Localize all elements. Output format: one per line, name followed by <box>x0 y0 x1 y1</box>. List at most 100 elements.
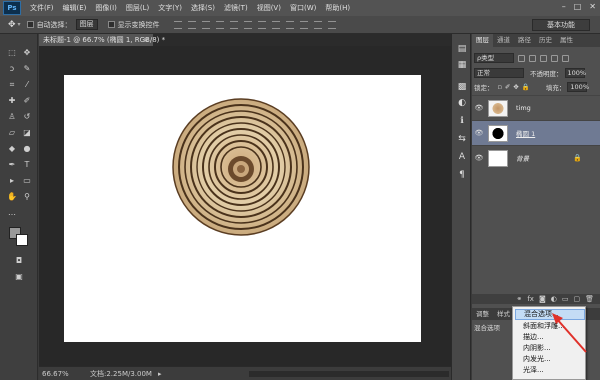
pen-tool-icon[interactable]: ✒ <box>6 160 18 170</box>
layer-row-timg[interactable]: 👁 timg <box>472 95 600 120</box>
paint-bucket-icon[interactable]: ◪ <box>21 128 33 138</box>
show-transform-checkbox[interactable] <box>107 21 115 28</box>
menu-edit[interactable]: 编辑(E) <box>63 3 87 13</box>
eyedropper-tool-icon[interactable]: ⁄ <box>21 80 33 90</box>
align-bottom-icon[interactable] <box>201 20 210 29</box>
new-layer-icon[interactable]: ▢ <box>573 295 580 303</box>
distribute-top-icon[interactable] <box>257 20 266 29</box>
tool-preset-chevron-icon[interactable]: ▾ <box>18 21 21 28</box>
new-group-icon[interactable]: ▭ <box>562 295 569 303</box>
zoom-field[interactable]: 66.67% <box>42 370 72 378</box>
lock-paint-icon[interactable]: ✐ <box>505 83 510 91</box>
blend-mode-dropdown[interactable]: 正常 <box>474 68 524 78</box>
tab-channels[interactable]: 通道 <box>493 34 514 47</box>
history-panel-icon[interactable]: ▤ <box>457 44 467 54</box>
layer-comps-icon[interactable]: ⇆ <box>457 134 467 144</box>
auto-select-checkbox[interactable] <box>26 21 34 28</box>
tab-adjustments[interactable]: 调整 <box>472 308 493 320</box>
shape-filter-icon[interactable] <box>551 54 558 62</box>
tab-history[interactable]: 历史 <box>535 34 556 47</box>
tab-properties[interactable]: 属性 <box>556 34 577 47</box>
canvas[interactable] <box>64 75 421 342</box>
close-icon[interactable]: × <box>143 34 149 46</box>
distribute-left-icon[interactable] <box>299 20 308 29</box>
lock-pixels-icon[interactable]: ▫ <box>498 83 502 91</box>
fill-field[interactable]: 100% <box>567 82 589 92</box>
pixel-filter-icon[interactable] <box>518 54 525 62</box>
dodge-tool-icon[interactable]: ● <box>21 144 33 154</box>
close-button[interactable]: ✕ <box>589 2 596 11</box>
menu-item-satin[interactable]: 光泽... <box>515 365 585 376</box>
delete-layer-icon[interactable]: 🗑 <box>585 295 594 303</box>
menu-type[interactable]: 文字(Y) <box>158 3 182 13</box>
add-mask-icon[interactable]: ◙ <box>539 295 546 303</box>
clone-stamp-icon[interactable]: ♙ <box>6 112 18 122</box>
move-tool-icon[interactable]: ✥ <box>8 20 16 30</box>
blur-tool-icon[interactable]: ◆ <box>6 144 18 154</box>
distribute-bottom-icon[interactable] <box>285 20 294 29</box>
layer-row-background[interactable]: 👁 背景 🔒 <box>472 145 600 170</box>
align-hcenter-icon[interactable] <box>229 20 238 29</box>
lock-all-icon[interactable]: 🔒 <box>522 83 530 91</box>
tab-paths[interactable]: 路径 <box>514 34 535 47</box>
lock-position-icon[interactable]: ✥ <box>513 83 518 91</box>
path-select-icon[interactable]: ▸ <box>6 176 18 186</box>
menu-file[interactable]: 文件(F) <box>30 3 54 13</box>
menu-item-inner-glow[interactable]: 内发光... <box>515 354 585 365</box>
workspace-switcher[interactable]: 基本功能 <box>532 19 590 31</box>
auto-select-dropdown[interactable]: 图层 <box>75 19 98 30</box>
tab-layers[interactable]: 图层 <box>472 34 493 47</box>
move-tool-icon[interactable]: ✥ <box>21 48 33 58</box>
menu-item-stroke[interactable]: 描边... <box>515 332 585 343</box>
fx-icon[interactable]: fx <box>527 295 534 303</box>
info-panel-icon[interactable]: ℹ <box>457 116 467 126</box>
layer-filter-dropdown[interactable]: ρ类型 <box>474 53 514 63</box>
lasso-tool-icon[interactable]: ↄ <box>6 64 18 74</box>
type-tool-icon[interactable]: T <box>21 160 33 170</box>
horizontal-scrollbar[interactable] <box>249 371 449 377</box>
menu-window[interactable]: 窗口(W) <box>290 3 316 13</box>
status-menu-arrow-icon[interactable]: ▸ <box>158 370 162 378</box>
link-layers-icon[interactable]: ⚭ <box>516 295 522 303</box>
properties-panel-icon[interactable]: ▦ <box>457 60 467 70</box>
screen-mode-icon[interactable]: ▣ <box>13 272 25 282</box>
background-color-swatch[interactable] <box>16 234 28 246</box>
swatches-panel-icon[interactable]: ▩ <box>457 82 467 92</box>
crop-tool-icon[interactable]: ⌗ <box>6 80 18 90</box>
menu-layer[interactable]: 图层(L) <box>126 3 149 13</box>
marquee-tool-icon[interactable]: ⬚ <box>6 48 18 58</box>
menu-item-inner-shadow[interactable]: 内阴影... <box>515 343 585 354</box>
distribute-right-icon[interactable] <box>327 20 336 29</box>
eye-icon[interactable]: 👁 <box>472 104 486 112</box>
layer-row-ellipse[interactable]: 👁 椭圆 1 <box>472 120 600 145</box>
distribute-hcenter-icon[interactable] <box>313 20 322 29</box>
menu-item-bevel-emboss[interactable]: 斜面和浮雕... <box>515 321 585 332</box>
type-filter-icon[interactable] <box>540 54 547 62</box>
healing-brush-icon[interactable]: ✚ <box>6 96 18 106</box>
opacity-field[interactable]: 100% <box>564 68 586 78</box>
history-brush-icon[interactable]: ↺ <box>21 112 33 122</box>
distribute-vcenter-icon[interactable] <box>271 20 280 29</box>
shape-tool-icon[interactable]: ▭ <box>21 176 33 186</box>
adjustment-filter-icon[interactable] <box>529 54 536 62</box>
document-tab[interactable]: 未标题-1 @ 66.7% (椭圆 1, RGB/8) * × <box>39 34 165 46</box>
adjustments-panel-icon[interactable]: ◐ <box>457 98 467 108</box>
menu-select[interactable]: 选择(S) <box>191 3 215 13</box>
quick-mask-icon[interactable]: ◘ <box>13 256 25 266</box>
tab-styles[interactable]: 样式 <box>493 308 514 320</box>
quick-select-tool-icon[interactable]: ✎ <box>21 64 33 74</box>
menu-view[interactable]: 视图(V) <box>257 3 281 13</box>
menu-filter[interactable]: 滤镜(T) <box>224 3 248 13</box>
minimize-button[interactable]: – <box>562 2 566 11</box>
paragraph-panel-icon[interactable]: ¶ <box>457 170 467 180</box>
menu-help[interactable]: 帮助(H) <box>325 3 350 13</box>
rotate-view-icon[interactable]: … <box>6 208 18 218</box>
eye-icon[interactable]: 👁 <box>472 154 486 162</box>
align-vcenter-icon[interactable] <box>187 20 196 29</box>
align-top-icon[interactable] <box>173 20 182 29</box>
hand-tool-icon[interactable]: ✋ <box>6 192 18 202</box>
align-right-icon[interactable] <box>243 20 252 29</box>
menu-image[interactable]: 图像(I) <box>95 3 117 13</box>
align-left-icon[interactable] <box>215 20 224 29</box>
eraser-tool-icon[interactable]: ▱ <box>6 128 18 138</box>
